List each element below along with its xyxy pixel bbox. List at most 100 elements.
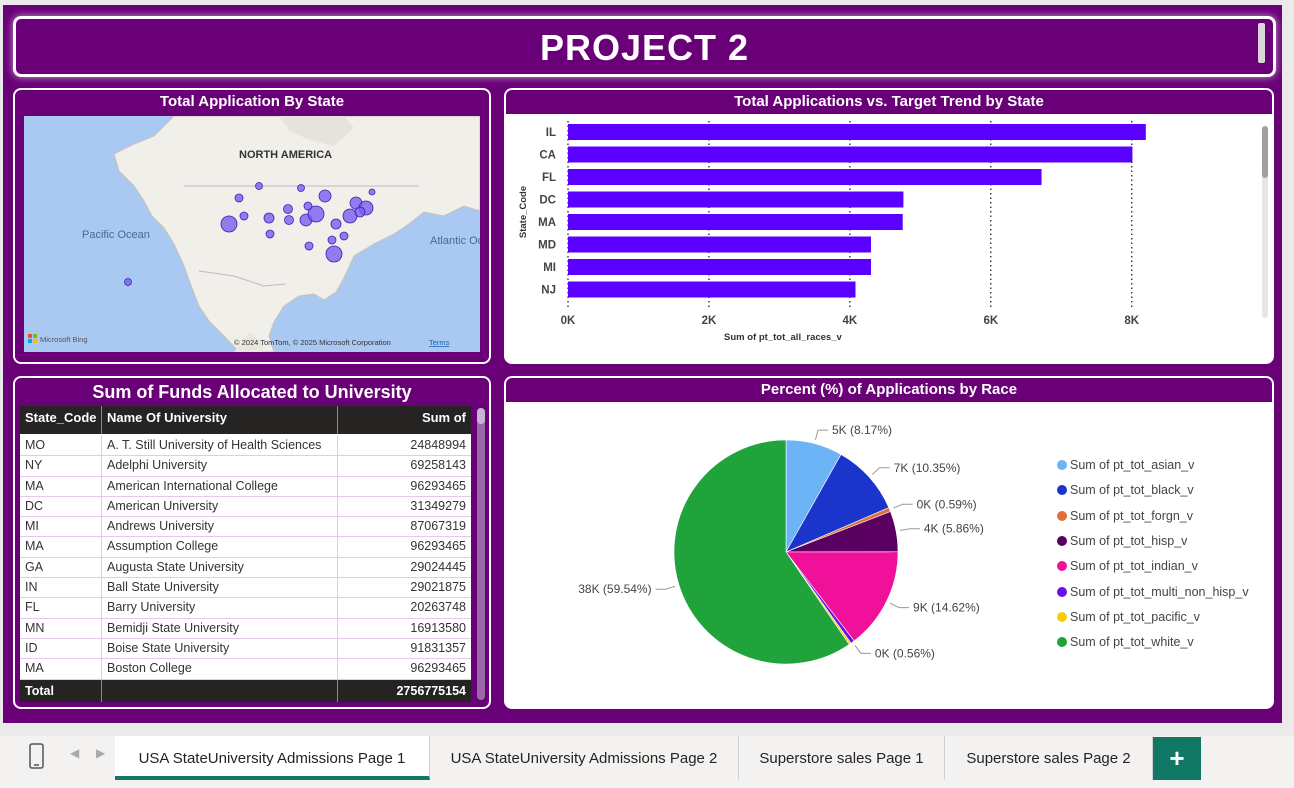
map-bubble[interactable] [368,188,376,196]
legend-label: Sum of pt_tot_pacific_v [1070,609,1200,624]
pie-leader-line [814,429,828,440]
bar-mi[interactable] [568,259,871,275]
pie-legend-item[interactable]: Sum of pt_tot_black_v [1057,483,1194,497]
table-row[interactable]: MN Bemidji State University 16913580 [20,618,471,639]
bar-md[interactable] [568,236,871,253]
table-row[interactable]: MA Boston College 96293465 [20,659,471,680]
map-bubble[interactable] [220,215,238,233]
map-bubble[interactable] [283,204,293,214]
map-bubble[interactable] [325,245,343,263]
pie-leader-line [889,602,910,609]
pie-data-label: 0K (0.56%) [875,646,935,660]
map-bubble[interactable] [124,278,132,286]
pie-legend-item[interactable]: Sum of pt_tot_pacific_v [1057,610,1200,624]
pie-legend-item[interactable]: Sum of pt_tot_multi_non_hisp_v [1057,585,1249,599]
pie-leader-line [871,467,890,475]
bar-chart-scrollbar[interactable] [1262,126,1268,318]
table-scrollbar[interactable] [477,408,485,700]
bar-chart-visual[interactable]: Total Applications vs. Target Trend by S… [504,88,1274,364]
pie-legend-item[interactable]: Sum of pt_tot_hisp_v [1057,534,1187,548]
total-value: 2756775154 [396,684,466,698]
bar-nj[interactable] [568,281,856,298]
tab-superstore-page-1[interactable]: Superstore sales Page 1 [739,736,945,780]
table-row[interactable]: FL Barry University 20263748 [20,598,471,619]
bubble-map[interactable]: NORTH AMERICA Pacific Ocean Atlantic Oce… [24,116,480,352]
pie-data-label: 0K (0.59%) [917,497,977,511]
bar-category-label: MI [543,262,556,274]
pie-legend-item[interactable]: Sum of pt_tot_forgn_v [1057,509,1193,523]
table-row[interactable]: NY Adelphi University 69258143 [20,456,471,477]
bar-category-label: CA [539,150,556,162]
bar-chart-scroll-thumb[interactable] [1262,126,1268,178]
mobile-layout-icon[interactable] [26,742,48,772]
cell-university-name: American University [102,496,338,517]
tab-superstore-page-2[interactable]: Superstore sales Page 2 [945,736,1153,780]
legend-dot-icon [1057,510,1067,521]
tab-admissions-page-1[interactable]: USA StateUniversity Admissions Page 1 [115,736,430,780]
map-bubble[interactable] [318,189,332,203]
map-bubble[interactable] [255,182,263,190]
map-bubble[interactable] [239,211,249,221]
table-row[interactable]: MA American International College 96293465 [20,476,471,497]
bar-category-label: NJ [541,285,556,297]
col-header-state[interactable]: State_Code [20,406,102,434]
bar-chart-title: Total Applications vs. Target Trend by S… [506,90,1272,114]
table-row[interactable]: IN Ball State University 29021875 [20,578,471,599]
banner-scrollbar[interactable] [1258,23,1265,63]
funds-table[interactable]: State_Code Name Of University Sum of Tru… [20,406,471,702]
cell-state-code: MI [20,517,102,537]
bar-x-tick-label: 8K [1124,315,1139,327]
map-bubble[interactable] [304,241,314,251]
cell-university-name: A. T. Still University of Health Science… [102,436,338,456]
pie-legend-item[interactable]: Sum of pt_tot_white_v [1057,635,1194,649]
map-visual[interactable]: Total Application By State NORTH AMERICA… [13,88,491,364]
table-row[interactable]: ID Boise State University 91831357 [20,638,471,660]
map-bubble[interactable] [263,212,275,224]
tab-admissions-page-2[interactable]: USA StateUniversity Admissions Page 2 [430,736,739,780]
cell-trust-funds: 20263748 [410,600,466,615]
bar-ca[interactable] [568,146,1133,163]
table-row[interactable]: DC American University 31349279 [20,496,471,518]
col-header-university[interactable]: Name Of University [102,406,338,434]
pie-legend-item[interactable]: Sum of pt_tot_indian_v [1057,559,1198,573]
cell-university-name: Boston College [102,659,338,679]
tab-next-icon[interactable]: ▶ [96,746,105,760]
tab-prev-icon[interactable]: ◀ [70,746,79,760]
pie-chart-title: Percent (%) of Applications by Race [506,378,1272,402]
pie-legend-item[interactable]: Sum of pt_tot_asian_v [1057,458,1194,472]
add-page-button[interactable]: + [1153,737,1201,780]
map-bubble[interactable] [265,229,275,239]
pie-chart-visual[interactable]: Percent (%) of Applications by Race 5K (… [504,376,1274,709]
map-bubble[interactable] [303,201,313,211]
map-bubble[interactable] [354,206,366,218]
col-header-funds[interactable]: Sum of Trust_Funds [338,406,471,449]
map-bubble[interactable] [234,193,244,203]
table-row[interactable]: GA Augusta State University 29024445 [20,557,471,579]
table-scroll-thumb[interactable] [477,408,485,424]
bar-fl[interactable] [568,169,1042,185]
table-visual[interactable]: Sum of Funds Allocated to University Sta… [13,376,491,709]
legend-label: Sum of pt_tot_black_v [1070,483,1194,498]
map-bubble[interactable] [330,218,342,230]
legend-dot-icon [1057,586,1067,597]
cell-trust-funds: 96293465 [410,478,466,493]
bar-ma[interactable] [568,214,903,230]
table-row[interactable]: MI Andrews University 87067319 [20,517,471,538]
bar-il[interactable] [568,124,1146,140]
bar-dc[interactable] [568,191,904,208]
table-row[interactable]: MA Assumption College 96293465 [20,537,471,558]
bar-category-label: FL [542,172,556,184]
legend-label: Sum of pt_tot_indian_v [1070,559,1198,574]
table-header: State_Code Name Of University Sum of Tru… [20,406,471,449]
map-bubble[interactable] [327,235,337,245]
map-bubble[interactable] [284,215,294,225]
map-bubble[interactable] [339,231,349,241]
map-terms-link[interactable]: Terms [429,338,450,347]
legend-dot-icon [1057,611,1067,622]
map-bubble[interactable] [297,184,305,192]
legend-label: Sum of pt_tot_hisp_v [1070,533,1188,548]
table-row[interactable]: MO A. T. Still University of Health Scien… [20,436,471,457]
cell-state-code: IN [20,578,102,598]
cell-university-name: Andrews University [102,517,338,537]
cell-trust-funds: 96293465 [410,661,466,676]
